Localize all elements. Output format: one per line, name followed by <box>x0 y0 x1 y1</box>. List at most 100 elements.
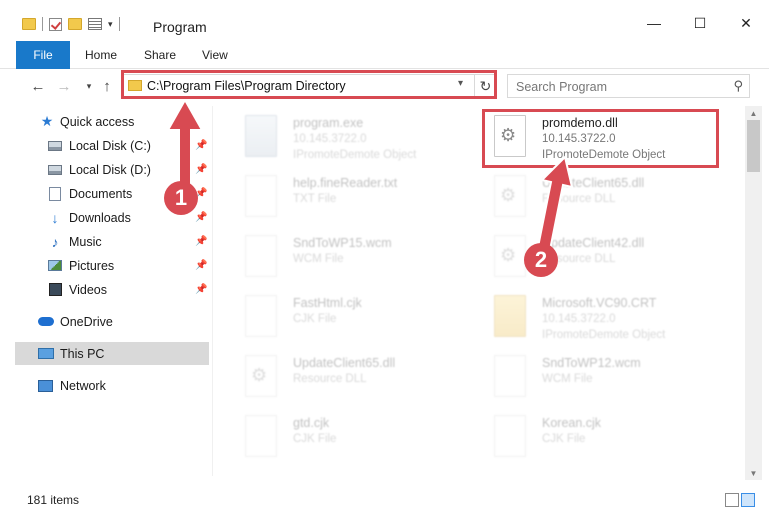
file-name: promdemo.dll <box>542 116 618 130</box>
tab-view[interactable]: View <box>202 41 228 69</box>
sidebar-item-label: Documents <box>69 186 133 201</box>
computer-icon <box>38 348 54 359</box>
file-item[interactable]: Microsoft.VC90.CRT 10.145.3722.0 IPromot… <box>484 287 734 343</box>
ribbon-tabs: File Home Share View <box>0 41 769 69</box>
pin-icon[interactable]: 📌 <box>195 260 207 271</box>
sidebar-item-quick-access[interactable]: ★ Quick access <box>15 110 209 133</box>
maximize-button[interactable]: ☐ <box>677 8 723 38</box>
address-path[interactable]: C:\Program Files\Program Directory <box>147 79 346 93</box>
file-item[interactable]: UpdateClient65.dll Resource DLL <box>484 167 734 223</box>
file-item[interactable]: UpdateClient42.dll Resource DLL <box>484 227 734 283</box>
search-icon[interactable]: ⚲ <box>733 78 743 94</box>
pin-icon[interactable]: 📌 <box>195 140 207 151</box>
refresh-icon[interactable]: ↻ <box>474 75 496 97</box>
back-arrow-icon[interactable]: ← <box>28 76 48 96</box>
sidebar-item-label: Downloads <box>69 210 131 225</box>
dll-icon <box>494 175 526 217</box>
dll-icon <box>494 115 526 157</box>
tab-share[interactable]: Share <box>144 41 176 69</box>
tab-file[interactable]: File <box>16 41 70 69</box>
file-item[interactable]: help.fineReader.txt TXT File <box>235 167 485 223</box>
file-icon <box>245 415 277 457</box>
sidebar-item-local-disk-c[interactable]: Local Disk (C:) 📌 <box>15 134 209 157</box>
file-item[interactable]: UpdateClient65.dll Resource DLL <box>235 347 485 403</box>
close-button[interactable]: ✕ <box>723 8 769 38</box>
file-version: 10.145.3722.0 <box>293 133 367 145</box>
large-icons-view-icon[interactable] <box>741 493 755 507</box>
item-count: 181 items <box>27 493 80 507</box>
sidebar-item-onedrive[interactable]: OneDrive <box>15 310 209 333</box>
sidebar-item-label: Local Disk (D:) <box>69 162 151 177</box>
file-name: FastHtml.cjk <box>293 296 362 310</box>
network-icon <box>38 379 53 392</box>
sidebar-item-label: OneDrive <box>60 314 113 329</box>
pin-icon[interactable]: 📌 <box>195 284 207 295</box>
cloud-icon <box>38 317 54 326</box>
file-item[interactable]: gtd.cjk CJK File <box>235 407 485 463</box>
sidebar-item-label: Local Disk (C:) <box>69 138 151 153</box>
details-view-icon[interactable] <box>725 493 739 507</box>
new-folder-icon[interactable] <box>68 18 82 30</box>
chevron-down-icon[interactable]: ▾ <box>458 78 463 89</box>
sidebar-item-network[interactable]: Network <box>15 374 209 397</box>
sidebar-item-this-pc[interactable]: This PC <box>15 342 209 365</box>
drive-icon <box>48 140 62 151</box>
status-bar: 181 items <box>0 485 769 515</box>
folder-icon <box>494 295 526 337</box>
address-bar[interactable]: C:\Program Files\Program Directory ▾ ↻ <box>121 74 496 98</box>
quick-access-toolbar: ▾ <box>22 17 120 31</box>
sidebar-item-label: Music <box>69 234 102 249</box>
file-icon <box>494 355 526 397</box>
sidebar-item-local-disk-d[interactable]: Local Disk (D:) 📌 <box>15 158 209 181</box>
tab-home[interactable]: Home <box>85 41 117 69</box>
file-type: WCM File <box>293 253 344 265</box>
scroll-down-icon[interactable]: ▼ <box>745 466 762 480</box>
file-type: Resource DLL <box>542 193 616 205</box>
scrollbar-thumb[interactable] <box>747 120 760 172</box>
forward-arrow-icon[interactable]: → <box>54 76 74 96</box>
file-item[interactable]: SndToWP15.wcm WCM File <box>235 227 485 283</box>
file-item[interactable]: FastHtml.cjk CJK File <box>235 287 485 343</box>
download-icon: ↓ <box>51 209 59 226</box>
file-icon <box>245 295 277 337</box>
file-name: SndToWP15.wcm <box>293 236 392 250</box>
pin-icon[interactable]: 📌 <box>195 164 207 175</box>
file-description: IPromoteDemote Object <box>293 149 417 161</box>
folder-icon[interactable] <box>22 18 36 30</box>
scroll-up-icon[interactable]: ▲ <box>745 106 762 120</box>
file-version: 10.145.3722.0 <box>542 133 616 145</box>
file-item[interactable]: program.exe 10.145.3722.0 IPromoteDemote… <box>235 107 485 163</box>
dll-icon <box>245 355 277 397</box>
file-item-promdemo-dll[interactable]: promdemo.dll 10.145.3722.0 IPromoteDemot… <box>484 107 734 163</box>
window-controls: — ☐ ✕ <box>631 8 769 38</box>
sidebar-item-videos[interactable]: Videos 📌 <box>15 278 209 301</box>
sidebar-item-pictures[interactable]: Pictures 📌 <box>15 254 209 277</box>
vertical-scrollbar[interactable]: ▲ ▼ <box>745 106 762 480</box>
sidebar-item-label: Network <box>60 378 106 393</box>
search-input[interactable]: Search Program ⚲ <box>507 74 750 98</box>
exe-icon <box>245 115 277 157</box>
file-type: WCM File <box>542 373 593 385</box>
chevron-down-icon[interactable]: ▾ <box>108 19 113 30</box>
sidebar-item-music[interactable]: ♪ Music 📌 <box>15 230 209 253</box>
search-placeholder: Search Program <box>516 80 608 94</box>
file-description: IPromoteDemote Object <box>542 149 666 161</box>
up-arrow-icon[interactable]: ↑ <box>97 76 117 96</box>
file-name: program.exe <box>293 116 364 130</box>
drive-icon <box>48 164 62 175</box>
window-title: Program <box>153 19 207 35</box>
file-item[interactable]: SndToWP12.wcm WCM File <box>484 347 734 403</box>
video-icon <box>49 283 62 296</box>
file-type: CJK File <box>293 433 337 445</box>
file-item[interactable]: Korean.cjk CJK File <box>484 407 734 463</box>
customize-toolbar-icon[interactable] <box>88 18 102 30</box>
callout-badge-1: 1 <box>164 181 198 215</box>
documents-icon <box>49 186 61 201</box>
minimize-button[interactable]: — <box>631 8 677 38</box>
pin-icon[interactable]: 📌 <box>195 236 207 247</box>
file-type: CJK File <box>542 433 586 445</box>
sidebar-item-label: Pictures <box>69 258 115 273</box>
properties-check-icon[interactable] <box>49 17 62 31</box>
pin-icon[interactable]: 📌 <box>195 212 207 223</box>
recent-locations-chevron-icon[interactable]: ▾ <box>79 76 99 96</box>
